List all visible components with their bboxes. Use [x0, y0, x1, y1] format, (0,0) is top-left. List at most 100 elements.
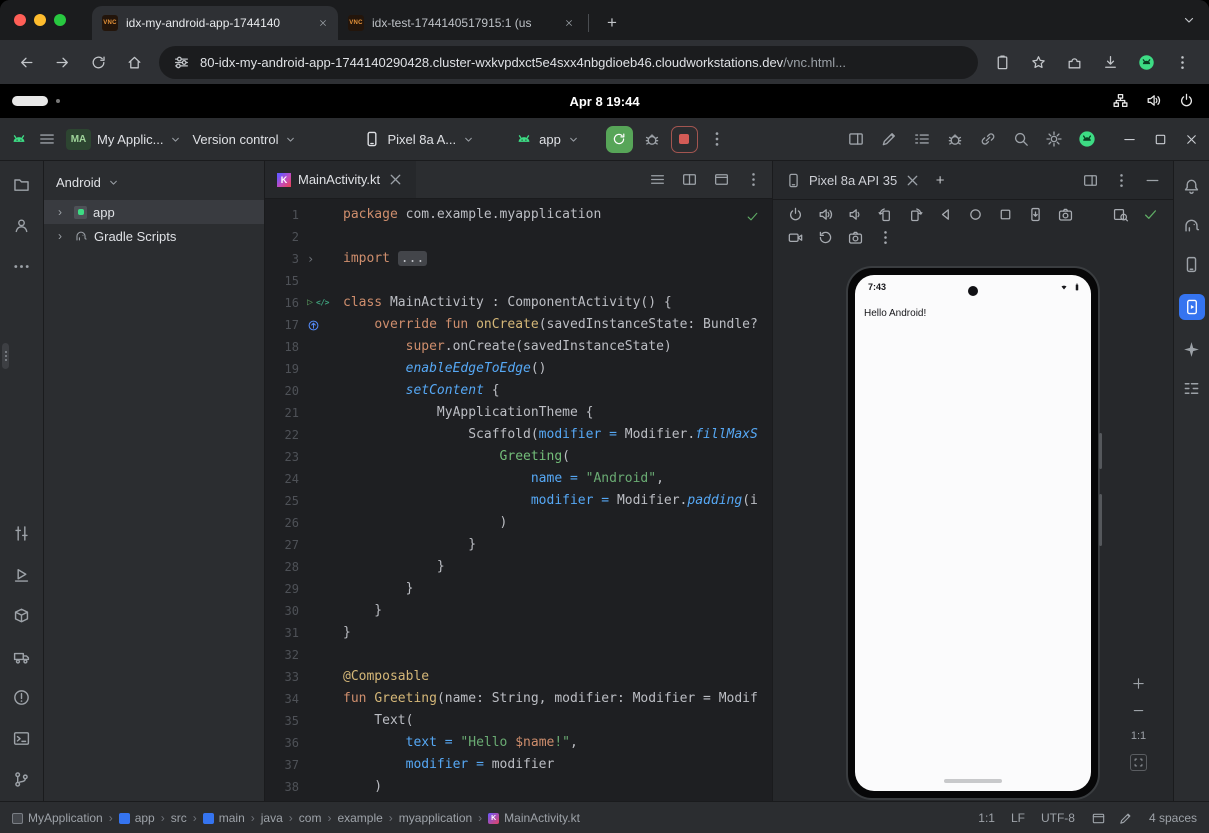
- code-line-21[interactable]: 21 MyApplicationTheme {: [265, 402, 772, 424]
- maximize-icon[interactable]: [1153, 132, 1168, 147]
- code-editor[interactable]: 1package com.example.myapplication23›imp…: [265, 199, 772, 801]
- zoom-window-button[interactable]: [54, 14, 66, 26]
- breadcrumb-item[interactable]: java: [261, 811, 283, 825]
- code-line-29[interactable]: 29 }: [265, 578, 772, 600]
- back-icon[interactable]: [18, 54, 35, 71]
- toolbar-more-icon[interactable]: [708, 130, 726, 148]
- close-icon[interactable]: [1184, 132, 1199, 147]
- code-line-33[interactable]: 33@Composable: [265, 666, 772, 688]
- code-line-38[interactable]: 38 ): [265, 776, 772, 798]
- build-icon[interactable]: [12, 647, 31, 666]
- rerun-button[interactable]: [606, 126, 633, 153]
- stop-button[interactable]: [671, 126, 698, 153]
- line-separator[interactable]: LF: [1011, 811, 1025, 825]
- code-line-27[interactable]: 27 }: [265, 534, 772, 556]
- site-settings-icon[interactable]: [173, 54, 190, 71]
- project-widget[interactable]: MA My Applic...: [66, 129, 182, 150]
- profiler-icon[interactable]: [12, 565, 31, 584]
- code-line-15[interactable]: 15: [265, 270, 772, 292]
- tree-item-app[interactable]: ›app: [44, 200, 264, 224]
- browser-tab-inactive[interactable]: VNC idx-test-1744140517915:1 (us: [338, 6, 584, 40]
- clipboard-icon[interactable]: [994, 54, 1011, 71]
- extensions-icon[interactable]: [1066, 54, 1083, 71]
- inspection-status-icon[interactable]: [745, 209, 760, 224]
- code-line-36[interactable]: 36 text = "Hello $name!",: [265, 732, 772, 754]
- running-devices-icon[interactable]: [1179, 294, 1205, 320]
- build-variants-icon[interactable]: [12, 524, 31, 543]
- code-line-3[interactable]: 3›import ...: [265, 248, 772, 270]
- breadcrumb-item[interactable]: example: [337, 811, 382, 825]
- chrome-menu-icon[interactable]: [1174, 54, 1191, 71]
- address-bar[interactable]: 80-idx-my-android-app-1744140290428.clus…: [159, 46, 978, 79]
- snapshot-camera-icon[interactable]: [847, 229, 864, 246]
- minimize-window-button[interactable]: [34, 14, 46, 26]
- code-line-16[interactable]: 16▷</>class MainActivity : ComponentActi…: [265, 292, 772, 314]
- gradle-icon[interactable]: [1182, 216, 1201, 235]
- preview-code-icon[interactable]: </>: [316, 292, 329, 314]
- code-line-26[interactable]: 26 ): [265, 512, 772, 534]
- zoom-in-icon[interactable]: [1131, 676, 1146, 691]
- home-icon[interactable]: [126, 54, 143, 71]
- debug-button[interactable]: [643, 130, 661, 148]
- gemini-icon[interactable]: [1182, 340, 1201, 359]
- bookmark-star-icon[interactable]: [1030, 54, 1047, 71]
- code-line-31[interactable]: 31}: [265, 622, 772, 644]
- settings-icon[interactable]: [1045, 130, 1063, 148]
- close-window-button[interactable]: [14, 14, 26, 26]
- screen-share-icon[interactable]: [1091, 811, 1106, 826]
- volume-icon[interactable]: [1145, 92, 1162, 109]
- screenshot-icon[interactable]: [1027, 206, 1044, 223]
- project-view-selector[interactable]: Android: [44, 169, 264, 200]
- run-gutter-icon[interactable]: ▷: [307, 292, 313, 314]
- device-tab[interactable]: Pixel 8a API 35: [785, 172, 921, 189]
- code-line-18[interactable]: 18 super.onCreate(savedInstanceState): [265, 336, 772, 358]
- zoom-out-icon[interactable]: [1131, 703, 1146, 718]
- compose-edit-icon[interactable]: [880, 130, 898, 148]
- phone-screen[interactable]: 7:43 Hello Android!: [855, 275, 1091, 791]
- volume-up-icon[interactable]: [817, 206, 834, 223]
- detach-editor-icon[interactable]: [713, 171, 730, 188]
- code-line-17[interactable]: 17 override fun onCreate(savedInstanceSt…: [265, 314, 772, 336]
- code-line-23[interactable]: 23 Greeting(: [265, 446, 772, 468]
- file-encoding[interactable]: UTF-8: [1041, 811, 1075, 825]
- code-line-35[interactable]: 35 Text(: [265, 710, 772, 732]
- code-line-2[interactable]: 2: [265, 226, 772, 248]
- power-icon[interactable]: [787, 206, 804, 223]
- rotate-ccw-icon[interactable]: [877, 206, 894, 223]
- snapshot-search-icon[interactable]: [1112, 206, 1129, 223]
- nav-home-icon[interactable]: [967, 206, 984, 223]
- device-selector[interactable]: Pixel 8a A...: [363, 130, 475, 148]
- breadcrumb-item[interactable]: MyApplication: [12, 811, 103, 825]
- forward-icon[interactable]: [54, 54, 71, 71]
- caret-position[interactable]: 1:1: [978, 811, 995, 825]
- breadcrumb-item[interactable]: myapplication: [399, 811, 472, 825]
- code-line-25[interactable]: 25 modifier = Modifier.padding(i: [265, 490, 772, 512]
- code-line-28[interactable]: 28 }: [265, 556, 772, 578]
- panel-drag-handle[interactable]: [2, 343, 9, 369]
- editor-options-icon[interactable]: [649, 171, 666, 188]
- structure-icon[interactable]: [1182, 379, 1201, 398]
- record-screen-icon[interactable]: [787, 229, 804, 246]
- close-tab-icon[interactable]: [904, 172, 921, 189]
- emulator-more-icon[interactable]: [877, 229, 894, 246]
- minimize-icon[interactable]: [1122, 132, 1137, 147]
- hide-panel-icon[interactable]: [1144, 172, 1161, 189]
- downloads-icon[interactable]: [1102, 54, 1119, 71]
- editor-tab-mainactivity[interactable]: MainActivity.kt: [265, 161, 416, 198]
- breadcrumb-item[interactable]: src: [171, 811, 187, 825]
- breadcrumb-item[interactable]: com: [299, 811, 322, 825]
- window-mode-icon[interactable]: [1082, 172, 1099, 189]
- rotate-cw-icon[interactable]: [907, 206, 924, 223]
- tab-search-icon[interactable]: [1181, 12, 1197, 28]
- power-icon[interactable]: [1178, 92, 1195, 109]
- edit-mode-icon[interactable]: [1118, 811, 1133, 826]
- close-tab-icon[interactable]: [387, 171, 404, 188]
- commit-icon[interactable]: [12, 216, 31, 235]
- search-everywhere-icon[interactable]: [1012, 130, 1030, 148]
- nav-overview-icon[interactable]: [997, 206, 1014, 223]
- device-ready-icon[interactable]: [1142, 206, 1159, 223]
- reload-icon[interactable]: [90, 54, 107, 71]
- emulator-phone[interactable]: 7:43 Hello Android!: [846, 266, 1100, 800]
- user-avatar-icon[interactable]: [1078, 130, 1096, 148]
- code-line-20[interactable]: 20 setContent {: [265, 380, 772, 402]
